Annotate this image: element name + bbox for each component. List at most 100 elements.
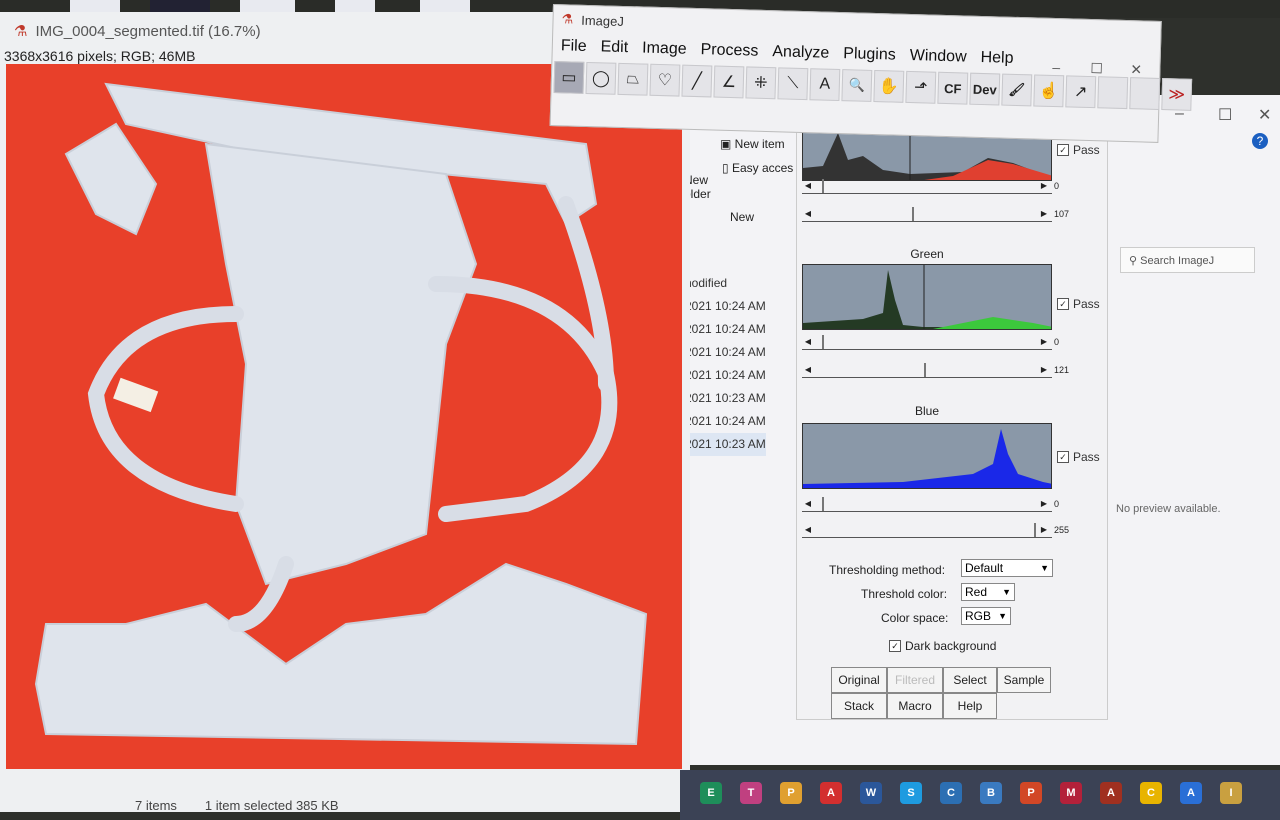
taskbar-imagej-icon[interactable]: I	[1220, 782, 1242, 804]
taskbar-chrome-icon[interactable]: C	[1140, 782, 1162, 804]
list-item[interactable]: 2021 10:24 AM	[685, 318, 766, 341]
right-arrow[interactable]: ▶	[1038, 335, 1050, 349]
more-tools-icon[interactable]: ≫	[1161, 78, 1193, 111]
pass-checkbox-green[interactable]: ✓ Pass	[1057, 297, 1100, 311]
freehand-tool-icon[interactable]: ♡	[649, 63, 681, 97]
taskbar-excel-icon[interactable]: E	[700, 782, 722, 804]
rectangle-tool-icon[interactable]: ▭	[553, 61, 585, 94]
menu-image[interactable]: Image	[642, 40, 687, 59]
blue-max-slider[interactable]: ◀ ▶ 255	[802, 523, 1069, 538]
checkbox[interactable]: ✓	[889, 640, 901, 652]
taskbar-acrobat-icon[interactable]: A	[820, 782, 842, 804]
list-item[interactable]: 2021 10:24 AM	[685, 364, 766, 387]
right-arrow[interactable]: ▶	[1038, 363, 1050, 377]
stack-button[interactable]: Stack	[831, 693, 887, 719]
taskbar-app-icon[interactable]: A	[1100, 782, 1122, 804]
checkbox[interactable]: ✓	[1057, 451, 1069, 463]
taskbar-paint-icon[interactable]: P	[780, 782, 802, 804]
flood-fill-tool-icon[interactable]: ☝	[1033, 74, 1065, 108]
menu-window[interactable]: Window	[909, 47, 966, 67]
left-arrow[interactable]: ◀	[802, 207, 814, 221]
list-item[interactable]: 2021 10:24 AM	[685, 410, 766, 433]
slider-thumb[interactable]	[822, 179, 824, 193]
select-button[interactable]: Select	[943, 667, 997, 693]
left-arrow[interactable]: ◀	[802, 523, 814, 537]
menu-file[interactable]: File	[561, 37, 587, 56]
threshold-color-select[interactable]: Red ▼	[961, 583, 1015, 601]
image-canvas[interactable]	[6, 64, 682, 769]
close-button[interactable]: ✕	[1130, 61, 1142, 78]
green-min-slider[interactable]: ◀ ▶ 0	[802, 335, 1059, 350]
dark-background-checkbox[interactable]: ✓ Dark background	[889, 639, 996, 653]
help-icon[interactable]: ?	[1252, 133, 1268, 149]
oval-tool-icon[interactable]: ◯	[585, 61, 617, 95]
blue-min-slider[interactable]: ◀ ▶ 0	[802, 497, 1059, 512]
taskbar-teams-icon[interactable]: T	[740, 782, 762, 804]
arrow-tool-icon[interactable]: ↗	[1065, 75, 1097, 109]
list-item[interactable]: 2021 10:24 AM	[685, 341, 766, 364]
color-picker-tool-icon[interactable]: ⬏	[905, 70, 937, 104]
line-tool-icon[interactable]: ╱	[681, 64, 713, 98]
slider-thumb[interactable]	[822, 497, 824, 511]
maximize-button[interactable]: ☐	[1218, 105, 1232, 125]
search-input[interactable]: ⚲ Search ImageJ	[1120, 247, 1255, 273]
right-arrow[interactable]: ▶	[1038, 207, 1050, 221]
right-arrow[interactable]: ▶	[1038, 179, 1050, 193]
menu-process[interactable]: Process	[700, 41, 758, 61]
pass-checkbox-blue[interactable]: ✓ Pass	[1057, 450, 1100, 464]
pass-checkbox-red[interactable]: ✓ Pass	[1057, 143, 1100, 157]
taskbar-app2-icon[interactable]: A	[1180, 782, 1202, 804]
color-space-select[interactable]: RGB ▼	[961, 607, 1011, 625]
left-arrow[interactable]: ◀	[802, 335, 814, 349]
angle-tool-icon[interactable]: ∠	[713, 65, 745, 99]
help-button[interactable]: Help	[943, 693, 997, 719]
right-arrow[interactable]: ▶	[1038, 497, 1050, 511]
menu-help[interactable]: Help	[980, 49, 1013, 68]
taskbar-skype-icon[interactable]: S	[900, 782, 922, 804]
text-tool-icon[interactable]: A	[809, 68, 841, 102]
new-item-button[interactable]: ▣ New item	[720, 137, 785, 151]
taskbar-word-icon[interactable]: W	[860, 782, 882, 804]
slider-thumb[interactable]	[822, 335, 824, 349]
taskbar-powerpoint-icon[interactable]: P	[1020, 782, 1042, 804]
slider-thumb[interactable]	[1034, 523, 1036, 537]
taskbar-mendeley-icon[interactable]: M	[1060, 782, 1082, 804]
left-arrow[interactable]: ◀	[802, 363, 814, 377]
slider-thumb[interactable]	[912, 207, 914, 221]
magnifier-tool-icon[interactable]: 🔍	[841, 69, 873, 102]
menu-analyze[interactable]: Analyze	[772, 43, 829, 63]
empty-tool-1-icon[interactable]	[1097, 76, 1129, 110]
multipoint-tool-icon[interactable]: ⁜	[745, 66, 777, 100]
left-arrow[interactable]: ◀	[802, 497, 814, 511]
checkbox[interactable]: ✓	[1057, 298, 1069, 310]
minimize-button[interactable]: –	[1052, 59, 1060, 75]
wand-tool-icon[interactable]: ⟍	[777, 67, 809, 101]
taskbar-browser-icon[interactable]: B	[980, 782, 1002, 804]
hand-tool-icon[interactable]: ✋	[873, 69, 905, 103]
easy-access-button[interactable]: ▯ Easy acces	[722, 161, 793, 175]
right-arrow[interactable]: ▶	[1038, 523, 1050, 537]
sample-button[interactable]: Sample	[997, 667, 1051, 693]
red-min-slider[interactable]: ◀ ▶ 0	[802, 179, 1059, 194]
empty-tool-2-icon[interactable]	[1129, 77, 1161, 110]
dev-tool-icon[interactable]: Dev	[969, 72, 1001, 106]
cf-tool-icon[interactable]: CF	[937, 71, 969, 105]
checkbox[interactable]: ✓	[1057, 144, 1069, 156]
macro-button[interactable]: Macro	[887, 693, 943, 719]
polygon-tool-icon[interactable]: ⏢	[617, 62, 649, 96]
brush-tool-icon[interactable]: 🖌	[1001, 73, 1033, 107]
menu-plugins[interactable]: Plugins	[843, 45, 896, 64]
thresholding-method-select[interactable]: Default ▼	[961, 559, 1053, 577]
list-item-selected[interactable]: 2021 10:23 AM	[685, 433, 766, 456]
list-item[interactable]: 2021 10:24 AM	[685, 295, 766, 318]
close-button[interactable]: ✕	[1258, 105, 1271, 125]
taskbar-calculator-icon[interactable]: C	[940, 782, 962, 804]
list-item[interactable]: 2021 10:23 AM	[685, 387, 766, 410]
slider-thumb[interactable]	[924, 363, 926, 377]
green-max-slider[interactable]: ◀ ▶ 121	[802, 363, 1069, 378]
red-max-slider[interactable]: ◀ ▶ 107	[802, 207, 1069, 222]
filtered-button[interactable]: Filtered	[887, 667, 943, 693]
menu-edit[interactable]: Edit	[600, 38, 628, 57]
original-button[interactable]: Original	[831, 667, 887, 693]
left-arrow[interactable]: ◀	[802, 179, 814, 193]
